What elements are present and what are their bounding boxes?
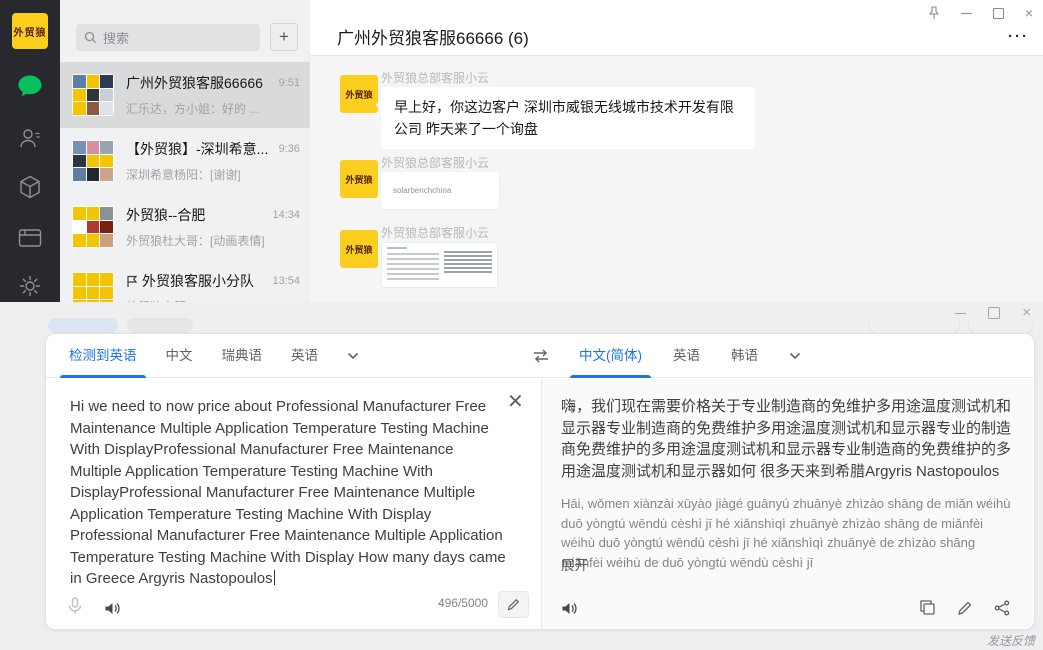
- chat-list-item[interactable]: 广州外贸狼客服66666 9:51 汇乐达，方小姐：好的 ...: [60, 62, 310, 128]
- background-tab: [48, 318, 118, 333]
- chat-title: 【外贸狼】-深圳希意...: [126, 139, 273, 159]
- chevron-down-icon[interactable]: [347, 352, 359, 360]
- translator-overlay: × 检测到英语 中文 瑞典语 英语 中文(简体) 英语 韩语: [0, 302, 1043, 650]
- chat-title: 外贸狼--合肥: [126, 205, 266, 225]
- edit-icon[interactable]: [957, 600, 973, 616]
- group-avatar: [72, 74, 114, 116]
- thumbnail-detail: [387, 253, 439, 281]
- thumbnail-detail: [387, 247, 407, 249]
- message-area: 外贸狼 外贸狼总部客服小云 早上好，你这边客户 深圳市威银无线城市技术开发有限公…: [310, 56, 1043, 302]
- target-lang-tab-english[interactable]: 英语: [673, 334, 700, 378]
- swap-languages-icon[interactable]: [532, 349, 550, 363]
- pin-icon[interactable]: [928, 6, 940, 20]
- chat-icon[interactable]: [0, 74, 60, 98]
- wechat-window: 外贸狼 搜索 +: [0, 0, 1043, 302]
- pinyin-transliteration: Hāi, wǒmen xiànzài xūyào jiàgé guānyú zh…: [561, 494, 1013, 572]
- overlay-close-icon[interactable]: ×: [1022, 306, 1031, 320]
- chat-list-item[interactable]: 【外贸狼】-深圳希意... 9:36 深圳希意杨阳：[谢谢]: [60, 128, 310, 194]
- chat-time: 9:36: [279, 143, 300, 155]
- expand-link[interactable]: 展开: [561, 554, 588, 574]
- microphone-icon[interactable]: [68, 597, 82, 615]
- background-tab: [127, 318, 193, 333]
- flag-icon: [126, 275, 138, 288]
- search-icon: [84, 31, 97, 44]
- brand-logo[interactable]: 外贸狼: [12, 13, 48, 49]
- chat-list-item[interactable]: 外贸狼--合肥 14:34 外贸狼杜大哥：[动画表情]: [60, 194, 310, 260]
- target-lang-tab-korean[interactable]: 韩语: [731, 334, 758, 378]
- conversation-panel: 广州外贸狼客服66666 (6) × ··· 外贸狼 外贸狼总部客服小云 早上好…: [310, 0, 1043, 302]
- avatar[interactable]: 外贸狼: [340, 160, 378, 198]
- message-bubble[interactable]: 早上好，你这边客户 深圳市威银无线城市技术开发有限公司 昨天来了一个询盘: [381, 87, 755, 149]
- panel-divider: [541, 379, 542, 629]
- group-avatar: [72, 140, 114, 182]
- source-lang-tab-english[interactable]: 英语: [291, 334, 318, 378]
- conversation-header: 广州外贸狼客服66666 (6) × ···: [310, 0, 1043, 56]
- avatar[interactable]: 外贸狼: [340, 230, 378, 268]
- folder-icon[interactable]: [0, 227, 60, 249]
- copy-icon[interactable]: [919, 599, 936, 616]
- chat-preview: 汇乐达，方小姐：好的 ...: [126, 100, 294, 117]
- chat-preview: 外贸狼杜大哥：[动画表情]: [126, 232, 294, 249]
- target-lang-tab-chinese[interactable]: 中文(简体): [579, 334, 642, 378]
- listen-source-icon[interactable]: [104, 601, 120, 616]
- source-lang-tab-swedish[interactable]: 瑞典语: [222, 334, 263, 378]
- sender-name: 外贸狼总部客服小云: [381, 69, 489, 86]
- app-sidebar: 外贸狼: [0, 0, 60, 302]
- settings-gear-icon[interactable]: [0, 273, 60, 299]
- contacts-icon[interactable]: [0, 126, 60, 150]
- search-input[interactable]: 搜索: [76, 24, 260, 51]
- link-card-text: solarbenchchina: [393, 186, 451, 195]
- chat-time: 13:54: [272, 275, 300, 287]
- add-chat-button[interactable]: +: [270, 23, 298, 51]
- text-cursor: [274, 570, 275, 585]
- image-message-thumbnail[interactable]: [381, 242, 498, 288]
- source-lang-tab-detected[interactable]: 检测到英语: [69, 334, 137, 378]
- char-counter: 496/5000: [426, 596, 488, 610]
- handwriting-edit-button[interactable]: [498, 591, 529, 618]
- link-card-message[interactable]: solarbenchchina: [381, 172, 499, 209]
- overlay-maximize-icon[interactable]: [988, 307, 1000, 319]
- translation-output: 嗨，我们现在需要价格关于专业制造商的免维护多用途温度测试机和显示器专业制造商的免…: [561, 396, 1013, 482]
- chat-time: 14:34: [272, 209, 300, 221]
- chat-time: 9:51: [279, 77, 300, 89]
- sender-name: 外贸狼总部客服小云: [381, 154, 489, 171]
- group-avatar: [72, 206, 114, 248]
- sender-name: 外贸狼总部客服小云: [381, 224, 489, 241]
- package-icon[interactable]: [0, 174, 60, 200]
- more-menu-button[interactable]: ···: [1008, 28, 1029, 45]
- overlay-minimize-icon[interactable]: [955, 313, 966, 314]
- chat-preview: 深圳希意杨阳：[谢谢]: [126, 166, 294, 183]
- chat-title-text: 外贸狼客服小分队: [142, 271, 254, 291]
- conversation-title: 广州外贸狼客服66666 (6): [337, 24, 529, 49]
- thumbnail-detail: [444, 251, 492, 273]
- clear-text-icon[interactable]: ✕: [507, 392, 524, 412]
- search-placeholder: 搜索: [103, 28, 129, 47]
- source-lang-tab-chinese[interactable]: 中文: [166, 334, 193, 378]
- source-text-input[interactable]: Hi we need to now price about Profession…: [70, 396, 506, 590]
- minimize-icon[interactable]: [961, 13, 972, 14]
- close-icon[interactable]: ×: [1025, 6, 1033, 20]
- translator-card: 检测到英语 中文 瑞典语 英语 中文(简体) 英语 韩语 Hi we need …: [45, 333, 1035, 630]
- avatar[interactable]: 外贸狼: [340, 75, 378, 113]
- maximize-icon[interactable]: [993, 8, 1004, 19]
- send-feedback-link[interactable]: 发送反馈: [987, 632, 1035, 649]
- chat-title: 广州外贸狼客服66666: [126, 73, 273, 93]
- chevron-down-icon[interactable]: [789, 352, 801, 360]
- share-icon[interactable]: [994, 600, 1010, 616]
- language-tab-bar: 检测到英语 中文 瑞典语 英语 中文(简体) 英语 韩语: [46, 334, 1034, 378]
- listen-translation-icon[interactable]: [561, 601, 577, 616]
- chat-list-panel: 搜索 + 广州外贸狼客服66666 9:51 汇乐达，方小姐：好的 ... 【外…: [60, 0, 310, 302]
